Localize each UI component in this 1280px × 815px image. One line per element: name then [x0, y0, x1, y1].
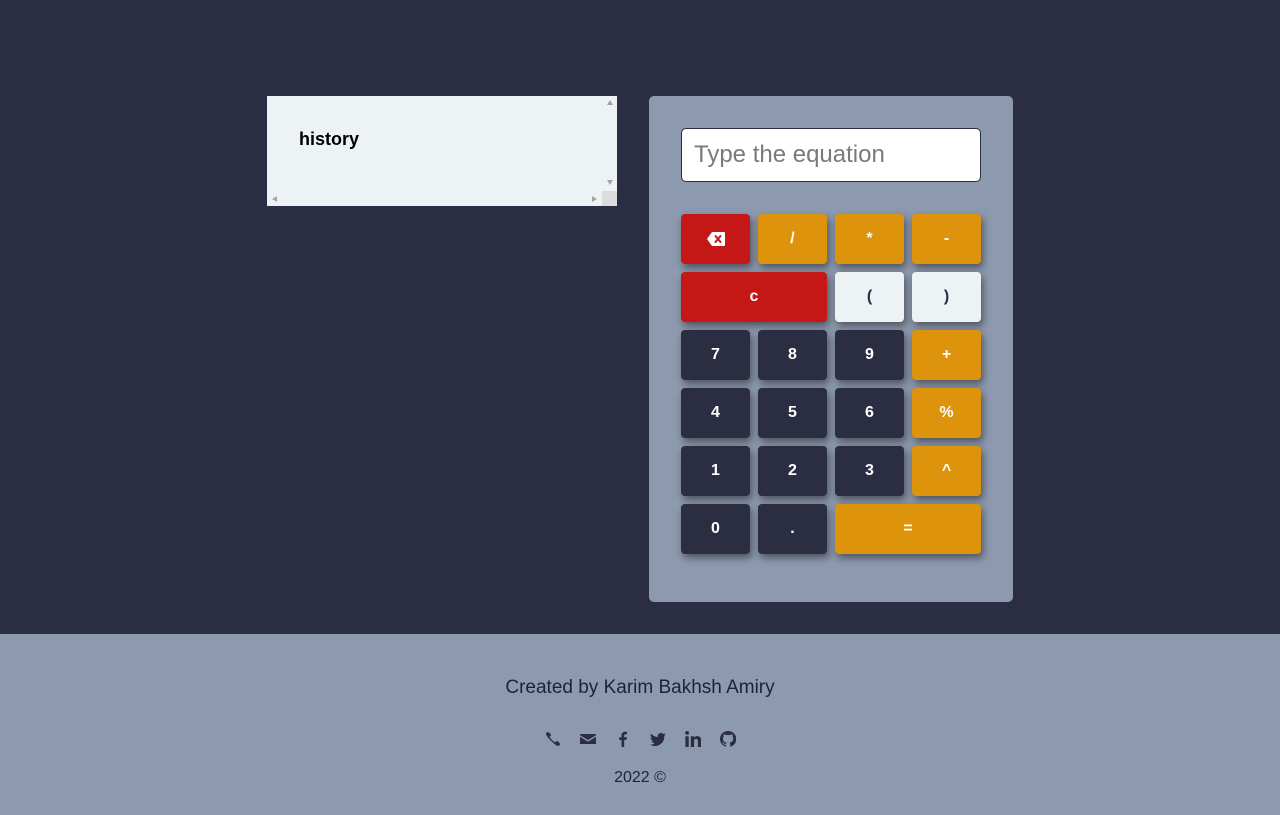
envelope-icon[interactable]	[579, 730, 597, 748]
phone-icon[interactable]	[544, 730, 562, 748]
twitter-icon[interactable]	[649, 730, 667, 748]
copyright: 2022 ©	[614, 769, 666, 786]
backspace-button[interactable]	[681, 214, 750, 264]
equals-button[interactable]: =	[835, 504, 981, 554]
clear-button[interactable]: c	[681, 272, 827, 322]
footer: Created by Karim Bakhsh Amiry 2022 ©	[0, 634, 1280, 815]
scroll-right-arrow-icon[interactable]	[592, 196, 597, 202]
close-paren-button[interactable]: )	[912, 272, 981, 322]
equation-input[interactable]	[681, 128, 981, 182]
main-area: history / * - c ( ) 7 8 9 + 4 5 6 % 1 2	[0, 0, 1280, 634]
linkedin-icon[interactable]	[684, 730, 702, 748]
open-paren-button[interactable]: (	[835, 272, 904, 322]
digit-0-button[interactable]: 0	[681, 504, 750, 554]
digit-5-button[interactable]: 5	[758, 388, 827, 438]
scroll-left-arrow-icon[interactable]	[272, 196, 277, 202]
digit-8-button[interactable]: 8	[758, 330, 827, 380]
scroll-down-arrow-icon[interactable]	[607, 180, 613, 185]
percent-button[interactable]: %	[912, 388, 981, 438]
scroll-up-arrow-icon[interactable]	[607, 100, 613, 105]
power-button[interactable]: ^	[912, 446, 981, 496]
horizontal-scrollbar[interactable]	[267, 191, 602, 206]
plus-button[interactable]: +	[912, 330, 981, 380]
digit-2-button[interactable]: 2	[758, 446, 827, 496]
social-links	[0, 730, 1280, 748]
divide-button[interactable]: /	[758, 214, 827, 264]
backspace-icon	[706, 232, 725, 246]
decimal-point-button[interactable]: .	[758, 504, 827, 554]
vertical-scrollbar[interactable]	[602, 96, 617, 191]
digit-1-button[interactable]: 1	[681, 446, 750, 496]
facebook-icon[interactable]	[614, 730, 632, 748]
calculator: / * - c ( ) 7 8 9 + 4 5 6 % 1 2 3 ^ 0 . …	[649, 96, 1013, 602]
history-panel[interactable]: history	[267, 96, 617, 206]
digit-4-button[interactable]: 4	[681, 388, 750, 438]
digit-3-button[interactable]: 3	[835, 446, 904, 496]
digit-6-button[interactable]: 6	[835, 388, 904, 438]
digit-9-button[interactable]: 9	[835, 330, 904, 380]
github-icon[interactable]	[719, 730, 737, 748]
footer-credit: Created by Karim Bakhsh Amiry	[505, 677, 775, 698]
multiply-button[interactable]: *	[835, 214, 904, 264]
digit-7-button[interactable]: 7	[681, 330, 750, 380]
minus-button[interactable]: -	[912, 214, 981, 264]
scrollbar-corner	[602, 191, 617, 206]
history-title: history	[299, 129, 360, 149]
